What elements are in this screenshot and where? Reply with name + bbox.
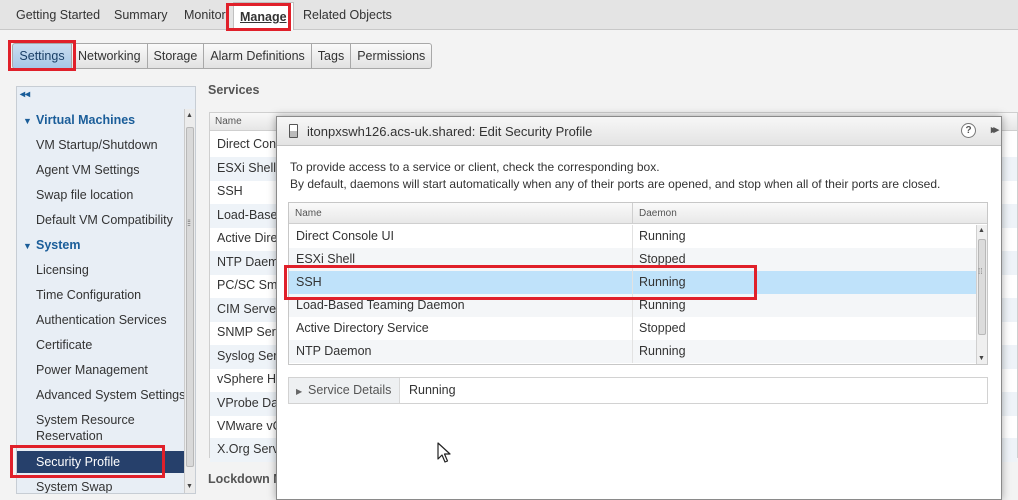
edit-security-profile-dialog: itonpxswh126.acs-uk.shared: Edit Securit… [276,116,1002,500]
tab-monitor[interactable]: Monitor [184,8,226,22]
subtab-networking[interactable]: Networking [72,43,148,69]
daemon-status: Running [639,229,686,243]
mouse-pointer-icon [437,442,451,463]
grid-scrollbar-thumb[interactable] [978,239,986,335]
arrow-down-icon[interactable]: ▼ [186,483,193,490]
nav-item-licensing[interactable]: Licensing [17,259,185,281]
table-row[interactable]: Load-Based Teaming Daemon Running [289,294,977,317]
column-header-name[interactable]: Name [289,203,322,224]
nav-scrollbar-thumb[interactable] [186,127,194,467]
nav-item-security-profile[interactable]: Security Profile [17,451,185,473]
nav-item-system-resource-reservation[interactable]: System Resource Reservation [17,409,185,445]
subtab-storage[interactable]: Storage [147,43,205,69]
arrow-up-icon[interactable]: ▲ [978,227,985,234]
table-row-ssh-selected[interactable]: SSH Running [289,271,977,294]
tab-getting-started[interactable]: Getting Started [16,8,100,22]
service-name: Direct Console UI [296,229,394,243]
nav-item-advanced-system-settings[interactable]: Advanced System Settings [17,384,185,406]
nav-scrollbar[interactable]: ▲ ▼ [184,109,195,493]
service-details-panel: ▶ Service Details Running [288,377,988,404]
nav-item-agent-vm-settings[interactable]: Agent VM Settings [17,159,185,181]
nav-item-default-vm-compatibility[interactable]: Default VM Compatibility [17,209,185,231]
tab-related-objects[interactable]: Related Objects [303,8,392,22]
settings-nav: ◂◂ ▼ Virtual Machines VM Startup/Shutdown… [16,86,196,494]
nav-group-system[interactable]: ▼ System [17,234,185,256]
service-details-toggle[interactable]: ▶ Service Details [289,378,400,403]
scroll-grip-icon: ⁞⁞ [978,267,983,276]
table-row[interactable]: Direct Console UI Running [289,225,977,248]
double-chevron-right-icon[interactable]: ▸▸ [991,123,999,136]
daemon-status: Stopped [639,252,686,266]
services-title: Services [208,83,260,97]
nav-item-vm-startup-shutdown[interactable]: VM Startup/Shutdown [17,134,185,156]
service-name: SSH [296,275,322,289]
grid-header: Name Daemon [289,203,987,224]
lockdown-mode-title: Lockdown M [208,472,284,486]
double-chevron-left-icon[interactable]: ◂◂ [20,89,34,103]
daemon-status: Running [639,344,686,358]
grid-scrollbar[interactable]: ▲ ⁞⁞ ▼ [976,225,987,364]
nav-item-power-management[interactable]: Power Management [17,359,185,381]
table-row[interactable]: Active Directory Service Stopped [289,317,977,340]
service-details-label: Service Details [308,383,392,397]
subtab-permissions[interactable]: Permissions [351,43,433,69]
nav-item-certificate[interactable]: Certificate [17,334,185,356]
nav-item-swap-file-location[interactable]: Swap file location [17,184,185,206]
nav-group-virtual-machines[interactable]: ▼ Virtual Machines [17,109,185,131]
triangle-down-icon: ▼ [23,241,32,251]
nav-item-time-configuration[interactable]: Time Configuration [17,284,185,306]
service-name: ESXi Shell [296,252,356,266]
tab-summary[interactable]: Summary [114,8,167,22]
triangle-down-icon: ▼ [23,116,32,126]
daemon-status: Stopped [639,321,686,335]
subtab-settings[interactable]: Settings [12,43,72,69]
splitter-grip-icon[interactable]: ⁞⁞ [187,218,191,228]
help-icon[interactable]: ? [961,123,976,138]
arrow-up-icon[interactable]: ▲ [186,112,193,119]
instruction-line-1: To provide access to a service or client… [290,160,660,174]
daemon-status: Running [639,298,686,312]
table-row[interactable]: ESXi Shell Stopped [289,248,977,271]
column-header-daemon[interactable]: Daemon [632,203,677,224]
table-row[interactable]: NTP Daemon Running [289,340,977,363]
service-name: Active Directory Service [296,321,429,335]
tab-manage[interactable]: Manage [233,2,294,30]
triangle-right-icon: ▶ [296,387,303,396]
nav-item-authentication-services[interactable]: Authentication Services [17,309,185,331]
dialog-title-bar[interactable]: itonpxswh126.acs-uk.shared: Edit Securit… [277,117,1001,146]
service-name: NTP Daemon [296,344,372,358]
daemon-status: Running [639,275,686,289]
host-icon [289,124,298,138]
subtab-tags[interactable]: Tags [311,43,352,69]
service-details-value: Running [409,383,456,397]
services-grid: Name Daemon Direct Console UI Running ES… [288,202,988,365]
dialog-title: itonpxswh126.acs-uk.shared: Edit Securit… [307,124,593,139]
subtab-alarm-definitions[interactable]: Alarm Definitions [204,43,312,69]
service-name: Load-Based Teaming Daemon [296,298,465,312]
arrow-down-icon[interactable]: ▼ [978,355,985,362]
top-tab-bar: Getting Started Summary Monitor Manage R… [0,0,1018,30]
instruction-line-2: By default, daemons will start automatic… [290,177,941,191]
nav-item-system-swap[interactable]: System Swap [17,476,185,493]
sub-tab-bar: Settings Networking Storage Alarm Defini… [12,43,433,69]
